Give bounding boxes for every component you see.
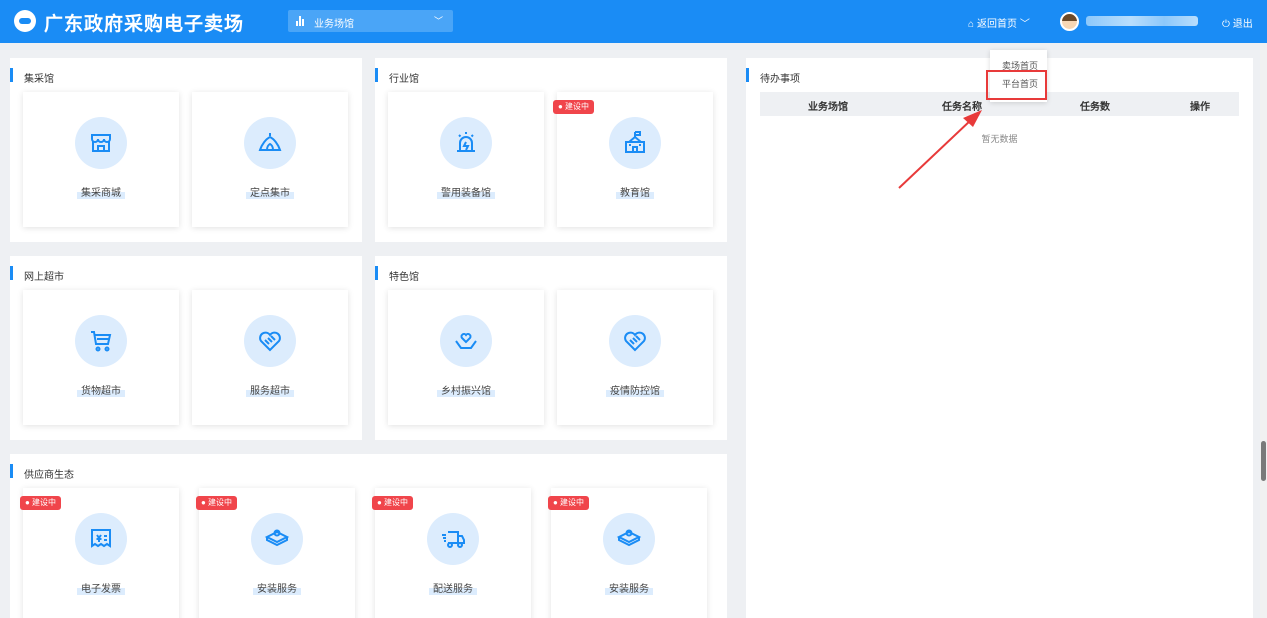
annotation-arrow xyxy=(898,110,982,189)
